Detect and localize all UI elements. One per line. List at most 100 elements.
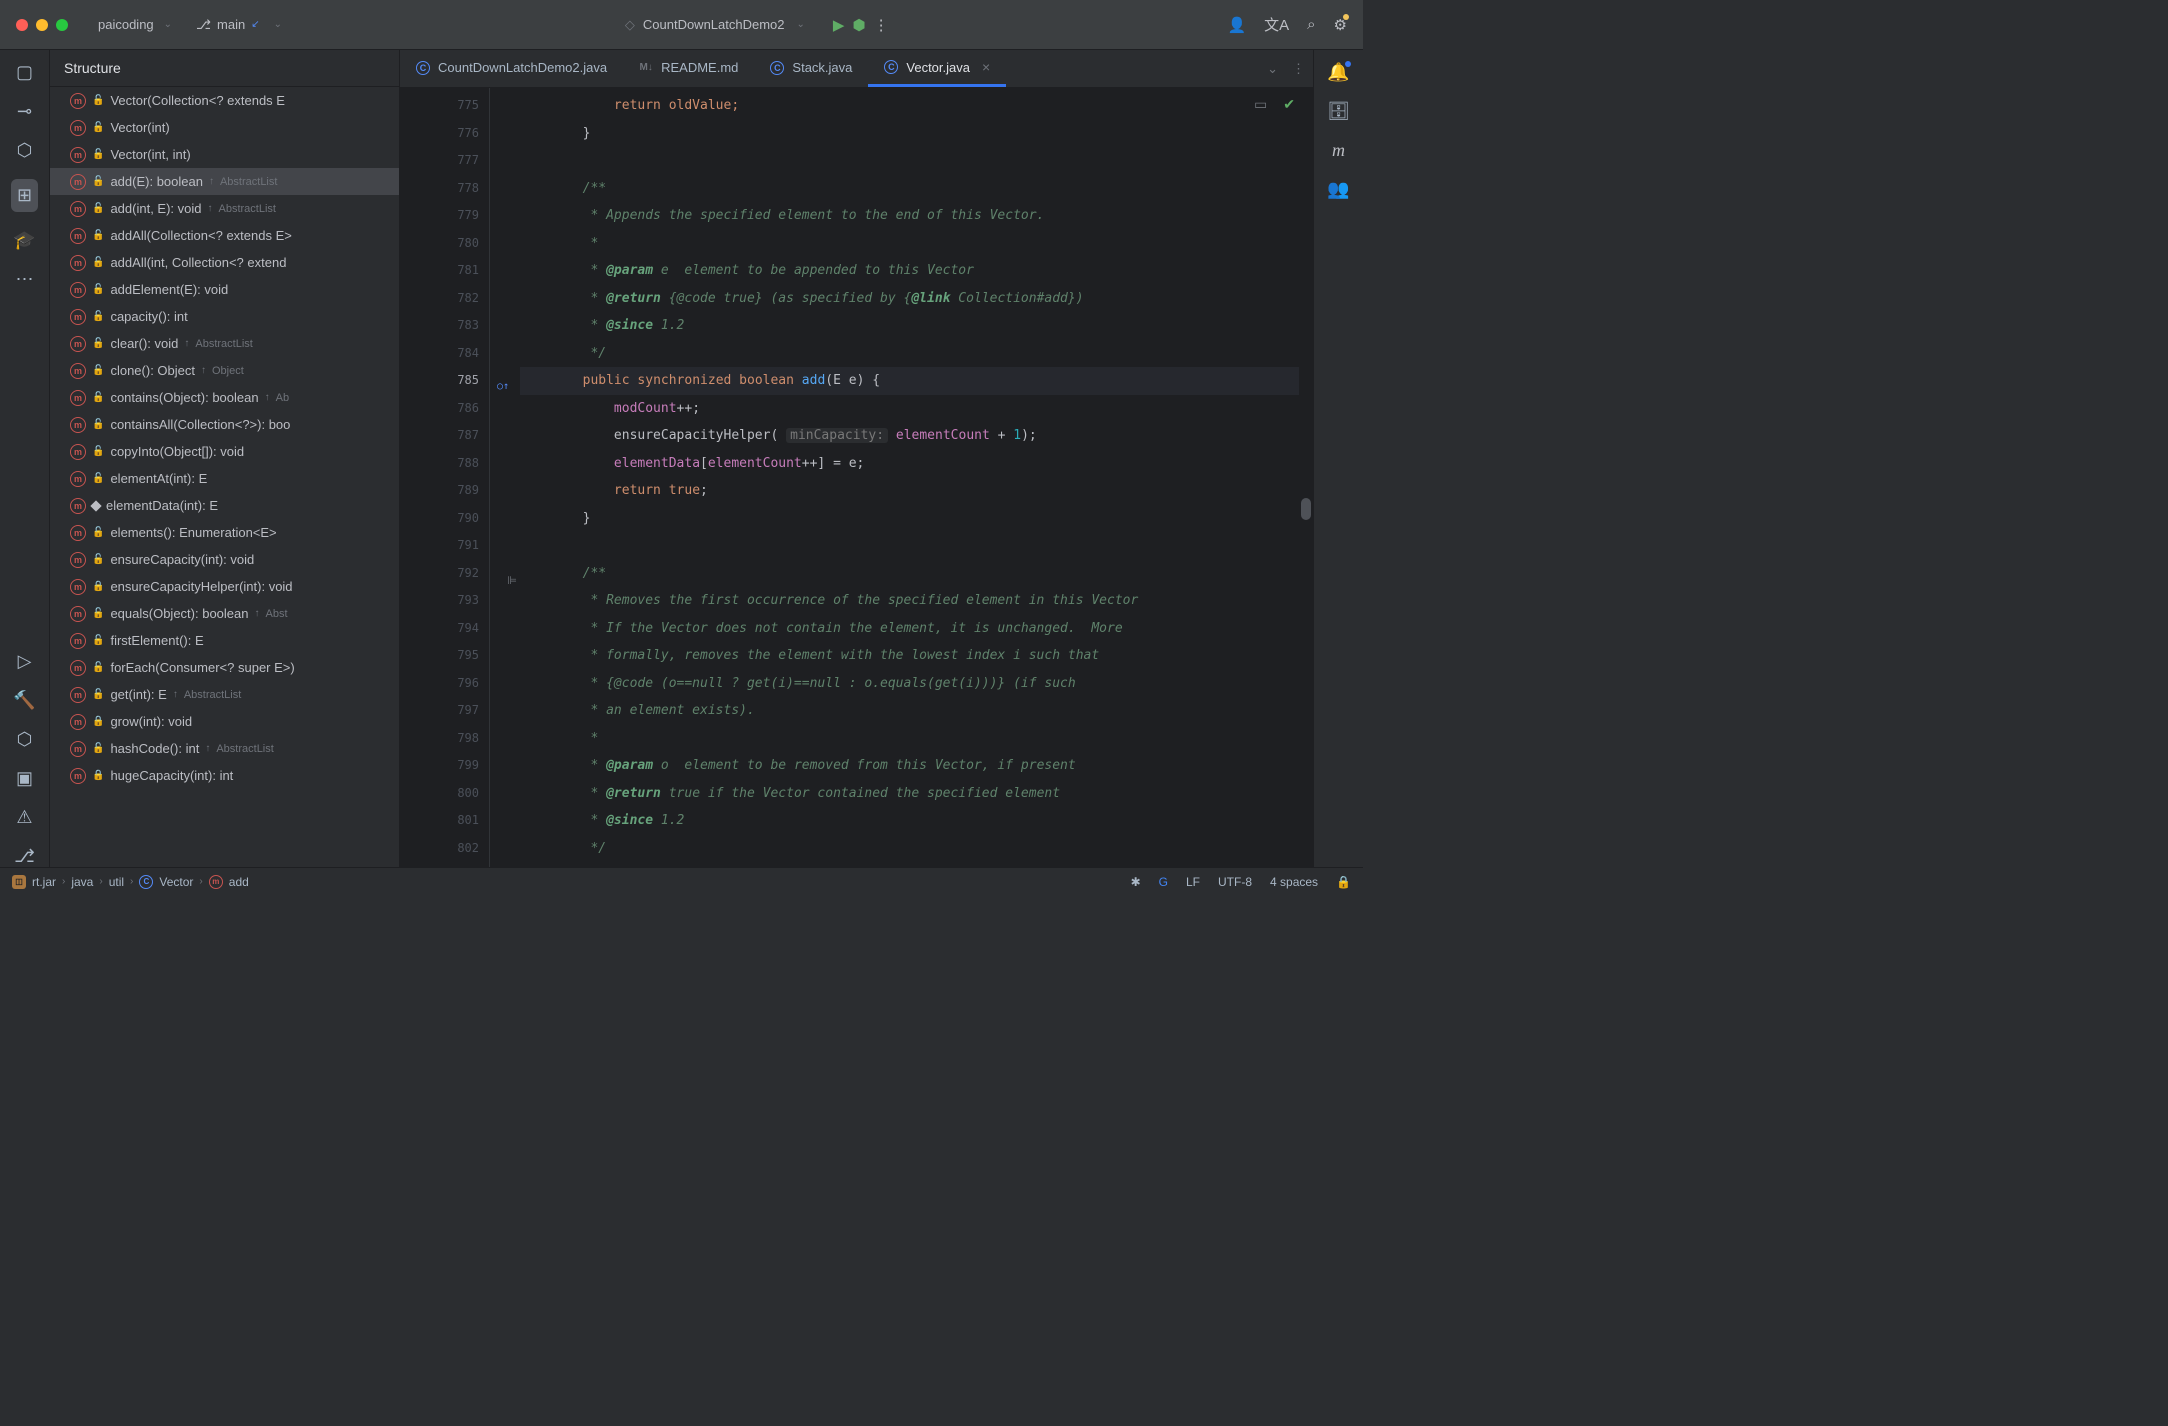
- google-icon[interactable]: G: [1159, 875, 1168, 889]
- debug-button[interactable]: ⬢: [852, 16, 865, 34]
- structure-item[interactable]: melementData(int): E: [50, 492, 399, 519]
- pull-requests-icon[interactable]: ⬡: [17, 140, 33, 161]
- code-with-me-icon[interactable]: 👤: [1227, 16, 1246, 34]
- build-tool-icon[interactable]: 🔨: [13, 690, 35, 711]
- line-number[interactable]: 802: [400, 835, 489, 863]
- chevron-down-icon[interactable]: ⌄: [274, 19, 282, 30]
- reader-mode-icon[interactable]: ▭: [1254, 96, 1267, 113]
- structure-item[interactable]: m🔒ensureCapacityHelper(int): void: [50, 573, 399, 600]
- line-number[interactable]: 790: [400, 505, 489, 533]
- code-content[interactable]: return oldValue; } /** * Appends the spe…: [490, 88, 1299, 867]
- structure-item[interactable]: m🔓forEach(Consumer<? super E>): [50, 654, 399, 681]
- chevron-down-icon[interactable]: ⌄: [164, 19, 172, 30]
- chevron-down-icon[interactable]: ⌄: [797, 19, 805, 30]
- structure-item[interactable]: m🔓capacity(): int: [50, 303, 399, 330]
- structure-item[interactable]: m🔓contains(Object): boolean ↑Ab: [50, 384, 399, 411]
- structure-item[interactable]: m🔓elements(): Enumeration<E>: [50, 519, 399, 546]
- structure-tool-icon[interactable]: ⊞: [11, 179, 38, 212]
- line-number[interactable]: 800: [400, 780, 489, 808]
- line-number[interactable]: 795: [400, 642, 489, 670]
- breadcrumb-item[interactable]: Vector: [159, 875, 193, 889]
- tab-dropdown-icon[interactable]: ⌄: [1267, 61, 1278, 77]
- inspections-ok-icon[interactable]: ✔: [1283, 96, 1295, 113]
- maven-icon[interactable]: m: [1332, 140, 1345, 161]
- file-encoding[interactable]: UTF-8: [1218, 875, 1252, 889]
- structure-item[interactable]: m🔓clone(): Object ↑Object: [50, 357, 399, 384]
- learn-icon[interactable]: 🎓: [13, 230, 35, 251]
- editor-tab[interactable]: CVector.java×: [868, 50, 1006, 87]
- structure-item[interactable]: m🔓Vector(int): [50, 114, 399, 141]
- more-icon[interactable]: ⋮: [874, 16, 889, 34]
- structure-item[interactable]: m🔓elementAt(int): E: [50, 465, 399, 492]
- tab-more-icon[interactable]: ⋮: [1292, 61, 1305, 77]
- line-number[interactable]: 797: [400, 697, 489, 725]
- settings-icon[interactable]: ⚙: [1334, 16, 1347, 34]
- line-separator[interactable]: LF: [1186, 875, 1200, 889]
- line-number[interactable]: 799: [400, 752, 489, 780]
- structure-item[interactable]: m🔒grow(int): void: [50, 708, 399, 735]
- line-number[interactable]: 778: [400, 175, 489, 203]
- project-name[interactable]: paicoding: [98, 17, 154, 32]
- more-tools-icon[interactable]: ⋯: [16, 269, 34, 290]
- indent-info[interactable]: 4 spaces: [1270, 875, 1318, 889]
- line-number[interactable]: 801: [400, 807, 489, 835]
- line-number[interactable]: 775: [400, 92, 489, 120]
- structure-item[interactable]: m🔓clear(): void ↑AbstractList: [50, 330, 399, 357]
- maximize-window[interactable]: [56, 19, 68, 31]
- run-button[interactable]: ▶: [833, 16, 845, 34]
- git-tool-icon[interactable]: ⎇: [14, 846, 35, 867]
- breadcrumb-item[interactable]: java: [71, 875, 93, 889]
- structure-item[interactable]: m🔓add(int, E): void ↑AbstractList: [50, 195, 399, 222]
- run-config-name[interactable]: CountDownLatchDemo2: [643, 17, 785, 32]
- services-tool-icon[interactable]: ⬡: [17, 729, 33, 750]
- line-number[interactable]: 791: [400, 532, 489, 560]
- line-number[interactable]: 777: [400, 147, 489, 175]
- vcs-branch[interactable]: ⎇ main ↙ ⌄: [196, 17, 286, 33]
- close-window[interactable]: [16, 19, 28, 31]
- structure-item[interactable]: m🔓containsAll(Collection<?>): boo: [50, 411, 399, 438]
- line-number[interactable]: 787: [400, 422, 489, 450]
- run-tool-icon[interactable]: ▷: [18, 651, 32, 672]
- editor-tab[interactable]: CCountDownLatchDemo2.java: [400, 50, 623, 87]
- terminal-tool-icon[interactable]: ▣: [16, 768, 33, 789]
- line-number[interactable]: 780: [400, 230, 489, 258]
- minimize-window[interactable]: [36, 19, 48, 31]
- breadcrumb-item[interactable]: add: [229, 875, 249, 889]
- close-tab-icon[interactable]: ×: [982, 59, 990, 75]
- line-number[interactable]: 784: [400, 340, 489, 368]
- structure-item[interactable]: m🔓get(int): E ↑AbstractList: [50, 681, 399, 708]
- line-number[interactable]: 786: [400, 395, 489, 423]
- translate-icon[interactable]: 文A: [1264, 14, 1289, 35]
- line-number[interactable]: 785💡○↑: [400, 367, 489, 395]
- structure-item[interactable]: m🔓hashCode(): int ↑AbstractList: [50, 735, 399, 762]
- line-number[interactable]: 796: [400, 670, 489, 698]
- search-icon[interactable]: ⌕: [1307, 16, 1315, 33]
- line-number[interactable]: 792⊫: [400, 560, 489, 588]
- problems-tool-icon[interactable]: ⚠: [16, 807, 32, 828]
- breadcrumb[interactable]: ◫ rt.jar › java › util › C Vector › m ad…: [12, 875, 249, 889]
- gutter[interactable]: 775776777778779780781782783784785💡○↑7867…: [400, 88, 490, 867]
- structure-item[interactable]: m🔓addAll(Collection<? extends E>: [50, 222, 399, 249]
- database-icon[interactable]: 🗄: [1327, 101, 1350, 122]
- line-number[interactable]: 779: [400, 202, 489, 230]
- line-number[interactable]: 794: [400, 615, 489, 643]
- structure-item[interactable]: m🔓Vector(Collection<? extends E: [50, 87, 399, 114]
- line-number[interactable]: 798: [400, 725, 489, 753]
- line-number[interactable]: 782: [400, 285, 489, 313]
- structure-item[interactable]: m🔓ensureCapacity(int): void: [50, 546, 399, 573]
- line-number[interactable]: 788: [400, 450, 489, 478]
- structure-item[interactable]: m🔓addElement(E): void: [50, 276, 399, 303]
- structure-item[interactable]: m🔓add(E): boolean ↑AbstractList: [50, 168, 399, 195]
- structure-list[interactable]: m🔓Vector(Collection<? extends Em🔓Vector(…: [50, 87, 399, 867]
- background-tasks-icon[interactable]: ✱: [1131, 875, 1141, 889]
- breadcrumb-item[interactable]: util: [109, 875, 124, 889]
- breadcrumb-item[interactable]: rt.jar: [32, 875, 56, 889]
- collaborate-icon[interactable]: 👥: [1327, 179, 1349, 200]
- structure-item[interactable]: m🔓Vector(int, int): [50, 141, 399, 168]
- line-number[interactable]: 789: [400, 477, 489, 505]
- structure-item[interactable]: m🔓addAll(int, Collection<? extend: [50, 249, 399, 276]
- editor-tab[interactable]: M↓README.md: [623, 50, 754, 87]
- line-number[interactable]: 776: [400, 120, 489, 148]
- line-number[interactable]: 793: [400, 587, 489, 615]
- line-number[interactable]: 783: [400, 312, 489, 340]
